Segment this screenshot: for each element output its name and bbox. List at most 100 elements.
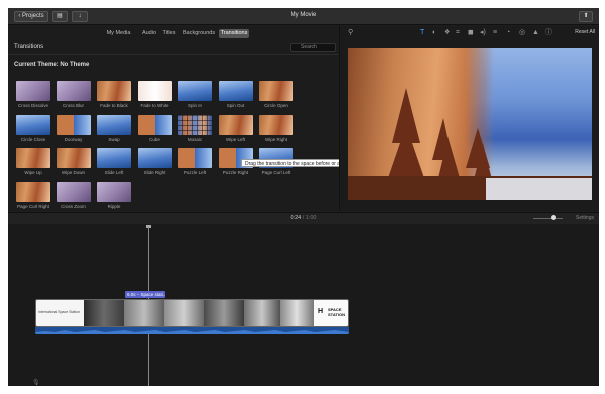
space-station-title-clip[interactable]: H SPACE STATION [314, 300, 348, 326]
stabilize-icon[interactable]: ◎ [519, 28, 525, 37]
section-title: Transitions [14, 44, 44, 50]
transition-thumb-cross-zoom[interactable] [56, 181, 91, 202]
transition-label: Circle Close [20, 136, 46, 142]
timecode-total: / 1:00 [302, 215, 317, 221]
transition-label: Slide Right [143, 170, 166, 175]
transition-label: Wipe Up [24, 170, 42, 175]
imovie-window: ‹ Projects ▤ ↓ My Movie ⬆ My Media Audio T… [8, 8, 599, 386]
transition-label: Puzzle Left [183, 170, 207, 175]
waveform-graphic [35, 330, 349, 334]
transition-thumb-wipe-down[interactable] [56, 148, 91, 168]
filter-icon[interactable]: ▲ [532, 28, 539, 37]
transition-label: Slide Left [104, 170, 124, 175]
preview-trees [348, 88, 592, 200]
transition-thumb-wipe-left[interactable] [218, 114, 253, 135]
transition-label: Swap [108, 136, 120, 142]
transition-label: Page Curl Right [17, 203, 49, 209]
transition-label: Cube [149, 136, 160, 142]
info-icon[interactable]: ⓘ [545, 28, 552, 37]
clip-frame [204, 300, 244, 326]
timeline[interactable]: 0:24 / 1:00 Settings 6.0s – Space stati.… [8, 212, 599, 386]
transition-thumb-wipe-up[interactable] [16, 148, 50, 168]
transition-label: Cross Zoom [61, 203, 86, 209]
transition-label: Ripple [107, 203, 121, 209]
volume-icon[interactable]: ◂) [480, 28, 486, 37]
reset-all-button[interactable]: Reset All [575, 29, 595, 35]
tab-transitions[interactable]: Transitions [219, 29, 249, 38]
transition-thumb-puzzle-left[interactable] [178, 148, 212, 168]
transition-label: Cross Dissolve [17, 103, 48, 108]
transition-thumb-fade-to-white[interactable] [137, 81, 172, 101]
viewer: ⚲ T ◐ ❖ ⌗ ◼ ◂) ≡ ◔ ◎ ▲ ⓘ Reset All [339, 26, 599, 211]
transition-label: Wipe Left [225, 136, 245, 142]
title-card-clip[interactable]: International Space Station [36, 300, 84, 326]
viewer-toolbar: ⚲ T ◐ ❖ ⌗ ◼ ◂) ≡ ◔ ◎ ▲ ⓘ [340, 26, 599, 40]
transition-label: Wipe Down [61, 170, 85, 175]
clip-frame [84, 300, 124, 326]
transition-label: Spin Out [226, 103, 245, 108]
transition-label: Doorway [64, 136, 83, 142]
palette-icon[interactable]: ❖ [444, 28, 450, 37]
space-station-text: SPACE STATION [328, 307, 345, 317]
timeline-header: 0:24 / 1:00 Settings [8, 213, 599, 224]
title-bar: ‹ Projects ▤ ↓ My Movie ⬆ [8, 8, 599, 25]
transition-label: Mosaic [187, 136, 203, 142]
crop-icon[interactable]: ⌗ [456, 28, 460, 37]
transition-thumb-slide-right[interactable] [137, 148, 172, 168]
transition-thumb-circle-close[interactable] [16, 114, 50, 135]
transition-thumb-wipe-right[interactable] [259, 114, 293, 135]
transition-thumb-page-curl-right[interactable] [16, 181, 50, 202]
video-clip-strip[interactable]: International Space Station H SPACE STAT… [35, 299, 349, 327]
title-card-text: International Space Station [38, 310, 81, 314]
zoom-slider-knob[interactable] [550, 215, 556, 220]
clip-frame [164, 300, 204, 326]
transition-label: Fade to White [140, 103, 169, 108]
video-preview[interactable] [348, 48, 592, 200]
share-icon[interactable]: ⬆ [579, 11, 593, 22]
transition-thumb-slide-left[interactable] [97, 148, 131, 168]
transition-thumb-fade-to-black[interactable] [97, 81, 131, 101]
section-bar: Transitions ⌕ Search [8, 41, 338, 55]
clip-frame [244, 300, 280, 326]
microphone-icon[interactable]: 🎙 [32, 379, 40, 386]
transition-label: Puzzle Right [222, 170, 249, 175]
transition-thumb-swap[interactable] [97, 114, 131, 135]
content-browser: My Media Audio Titles Backgrounds Transition… [8, 26, 365, 211]
search-input[interactable]: Search [290, 43, 336, 52]
tab-backgrounds[interactable]: Backgrounds [183, 29, 215, 38]
audio-waveform[interactable] [35, 327, 349, 334]
color-balance-icon[interactable]: ◐ [432, 28, 436, 37]
clip-frame [280, 300, 314, 326]
timeline-settings-button[interactable]: Settings [576, 215, 594, 221]
title-T-icon[interactable]: T [420, 28, 424, 37]
transition-thumb-mosaic[interactable] [178, 114, 212, 135]
tab-my-media[interactable]: My Media [102, 29, 135, 38]
equalizer-icon[interactable]: ≡ [493, 28, 497, 37]
speed-icon[interactable]: ◔ [506, 28, 510, 37]
clip-duration-label: 6.0s – Space stati... [125, 291, 165, 298]
zoom-slider-track[interactable] [533, 218, 563, 219]
transition-label: Fade to Black [100, 103, 128, 108]
tab-audio[interactable]: Audio [141, 29, 157, 38]
space-station-logo: H [318, 308, 324, 315]
clip-frame [124, 300, 164, 326]
camera-icon[interactable]: ◼ [468, 28, 474, 37]
transition-thumb-spin-in[interactable] [178, 81, 212, 101]
window-title: My Movie [290, 12, 317, 18]
transition-label: Spin In [187, 103, 202, 108]
transition-label: Wipe Right [264, 136, 287, 142]
transition-thumb-circle-open[interactable] [259, 81, 293, 101]
transition-thumb-doorway[interactable] [56, 114, 91, 135]
tab-titles[interactable]: Titles [160, 29, 178, 38]
current-theme-label: Current Theme: No Theme [14, 62, 90, 68]
transition-thumb-cross-blur[interactable] [56, 81, 91, 101]
wand-icon[interactable]: ⚲ [348, 28, 353, 37]
transition-label: Circle Open [264, 103, 288, 108]
timecode-current: 0:24 [290, 215, 302, 221]
transition-thumb-cross-dissolve[interactable] [16, 81, 50, 101]
transition-thumb-spin-out[interactable] [218, 81, 253, 101]
transition-thumb-cube[interactable] [137, 114, 172, 135]
transition-thumb-ripple[interactable] [97, 181, 131, 202]
transition-label: Cross Blur [62, 103, 84, 108]
media-tab-bar: My Media Audio Titles Backgrounds Transition… [8, 26, 338, 41]
